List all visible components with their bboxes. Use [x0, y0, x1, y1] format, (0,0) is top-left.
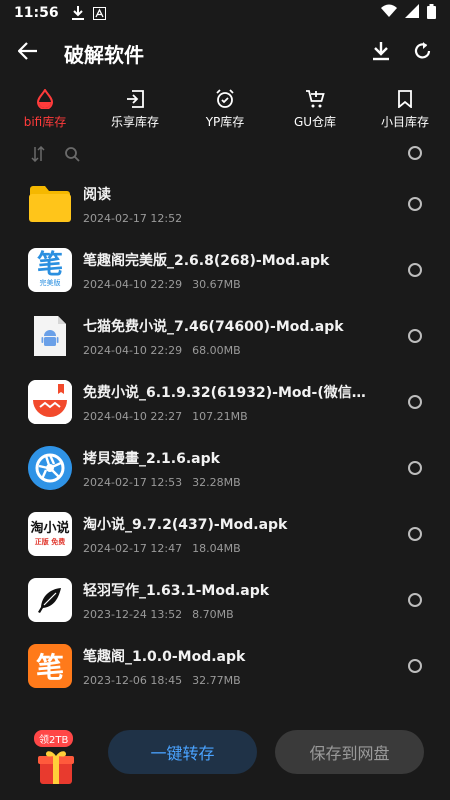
select-radio[interactable] [408, 263, 422, 277]
tab-label: YP库存 [205, 115, 245, 129]
file-date: 2024-04-10 22:29 [83, 343, 183, 357]
drop-icon [34, 88, 56, 110]
file-size: 18.04MB [192, 541, 241, 555]
select-all-radio[interactable] [408, 146, 422, 160]
select-radio[interactable] [408, 197, 422, 211]
file-date: 2024-04-10 22:29 [83, 277, 183, 291]
gift-icon [38, 751, 74, 784]
tab-gu[interactable]: GU仓库 [270, 84, 360, 134]
download-icon [71, 6, 85, 20]
alarm-clock-icon [214, 88, 236, 110]
taoxiaoshuo-app-icon: 淘小说 正版 免费 [28, 512, 72, 556]
file-name: 拷貝漫畫_2.1.6.apk [83, 450, 220, 467]
list-item[interactable]: 淘小说 正版 免费 淘小说_9.7.2(437)-Mod.apk 2024-02… [0, 501, 450, 567]
file-name: 笔趣阁_1.0.0-Mod.apk [83, 648, 246, 665]
list-item[interactable]: 笔 笔趣阁_1.0.0-Mod.apk 2023-12-06 18:45 32.7… [0, 633, 450, 699]
file-name: 免费小说_6.1.9.32(61932)-Mod-(微信公众号... [83, 384, 373, 401]
file-list: 阅读 2024-02-17 12:52 笔 完美版 笔趣阁完美版_2.6.8(2… [0, 171, 450, 699]
search-icon[interactable] [62, 144, 82, 164]
tab-label: GU仓库 [293, 115, 337, 129]
select-radio[interactable] [408, 329, 422, 343]
list-item[interactable]: 笔 完美版 笔趣阁完美版_2.6.8(268)-Mod.apk 2024-04-… [0, 237, 450, 303]
folder-icon [28, 182, 72, 226]
select-radio[interactable] [408, 593, 422, 607]
aperture-app-icon [28, 446, 72, 490]
tab-xiaomu[interactable]: 小目库存 [360, 84, 450, 134]
bottom-action-bar: 领2TB 一键转存 保存到网盘 [0, 720, 450, 800]
file-size: 32.77MB [192, 673, 241, 687]
refresh-button[interactable] [402, 26, 444, 80]
refresh-icon [413, 41, 433, 65]
gift-badge: 领2TB [34, 730, 74, 747]
download-icon [372, 41, 390, 65]
storage-tabs: bifi库存 乐享库存 YP库存 GU仓库 小目库存 [0, 84, 450, 134]
file-name: 淘小说_9.7.2(437)-Mod.apk [83, 516, 288, 533]
list-item[interactable]: 阅读 2024-02-17 12:52 [0, 171, 450, 237]
battery-icon [427, 3, 436, 23]
list-item[interactable]: 七猫免费小说_7.46(74600)-Mod.apk 2024-04-10 22… [0, 303, 450, 369]
status-bar: 11:56 [0, 0, 450, 26]
file-name: 七猫免费小说_7.46(74600)-Mod.apk [83, 318, 344, 335]
list-item[interactable]: 轻羽写作_1.63.1-Mod.apk 2023-12-24 13:52 8.70… [0, 567, 450, 633]
status-time: 11:56 [14, 5, 59, 21]
file-name: 笔趣阁完美版_2.6.8(268)-Mod.apk [83, 252, 330, 269]
page-title: 破解软件 [64, 42, 144, 67]
tab-bifi[interactable]: bifi库存 [0, 84, 90, 134]
cart-icon [304, 88, 326, 110]
list-item[interactable]: 拷貝漫畫_2.1.6.apk 2024-02-17 12:53 32.28MB [0, 435, 450, 501]
signal-icon [405, 4, 419, 22]
file-size: 107.21MB [192, 409, 248, 423]
arrow-left-icon [17, 42, 38, 64]
file-date: 2023-12-06 18:45 [83, 673, 183, 687]
file-date: 2023-12-24 13:52 [83, 607, 183, 621]
back-button[interactable] [0, 26, 56, 80]
select-radio[interactable] [408, 527, 422, 541]
bookmark-icon [394, 88, 416, 110]
select-radio[interactable] [408, 395, 422, 409]
biquge-app-icon: 笔 完美版 [28, 248, 72, 292]
file-name: 轻羽写作_1.63.1-Mod.apk [83, 582, 270, 599]
wifi-icon [381, 4, 397, 22]
save-to-cloud-button[interactable]: 保存到网盘 [275, 730, 424, 774]
sort-icon[interactable] [28, 144, 48, 164]
select-radio[interactable] [408, 461, 422, 475]
list-item[interactable]: 免费小说_6.1.9.32(61932)-Mod-(微信公众号... 2024-… [0, 369, 450, 435]
import-icon [124, 88, 146, 110]
file-size: 8.70MB [192, 607, 234, 621]
one-click-save-button[interactable]: 一键转存 [108, 730, 257, 774]
tab-label: 小目库存 [380, 115, 429, 129]
download-button[interactable] [360, 26, 402, 80]
text-a-icon [93, 6, 107, 20]
file-size: 32.28MB [192, 475, 241, 489]
file-date: 2024-02-17 12:52 [83, 211, 183, 225]
tomato-app-icon [28, 380, 72, 424]
android-apk-icon [28, 314, 72, 358]
file-date: 2024-04-10 22:27 [83, 409, 183, 423]
app-header: 破解软件 [0, 26, 450, 80]
list-toolbar [0, 138, 450, 170]
gift-button[interactable]: 领2TB [30, 730, 80, 786]
select-radio[interactable] [408, 659, 422, 673]
biquge-app-icon: 笔 [28, 644, 72, 688]
tab-label: bifi库存 [23, 115, 67, 129]
tab-lexiang[interactable]: 乐享库存 [90, 84, 180, 134]
file-size: 30.67MB [192, 277, 241, 291]
file-date: 2024-02-17 12:47 [83, 541, 183, 555]
tab-yp[interactable]: YP库存 [180, 84, 270, 134]
file-size: 68.00MB [192, 343, 241, 357]
file-name: 阅读 [83, 186, 111, 203]
file-date: 2024-02-17 12:53 [83, 475, 183, 489]
tab-label: 乐享库存 [110, 115, 159, 129]
feather-app-icon [28, 578, 72, 622]
